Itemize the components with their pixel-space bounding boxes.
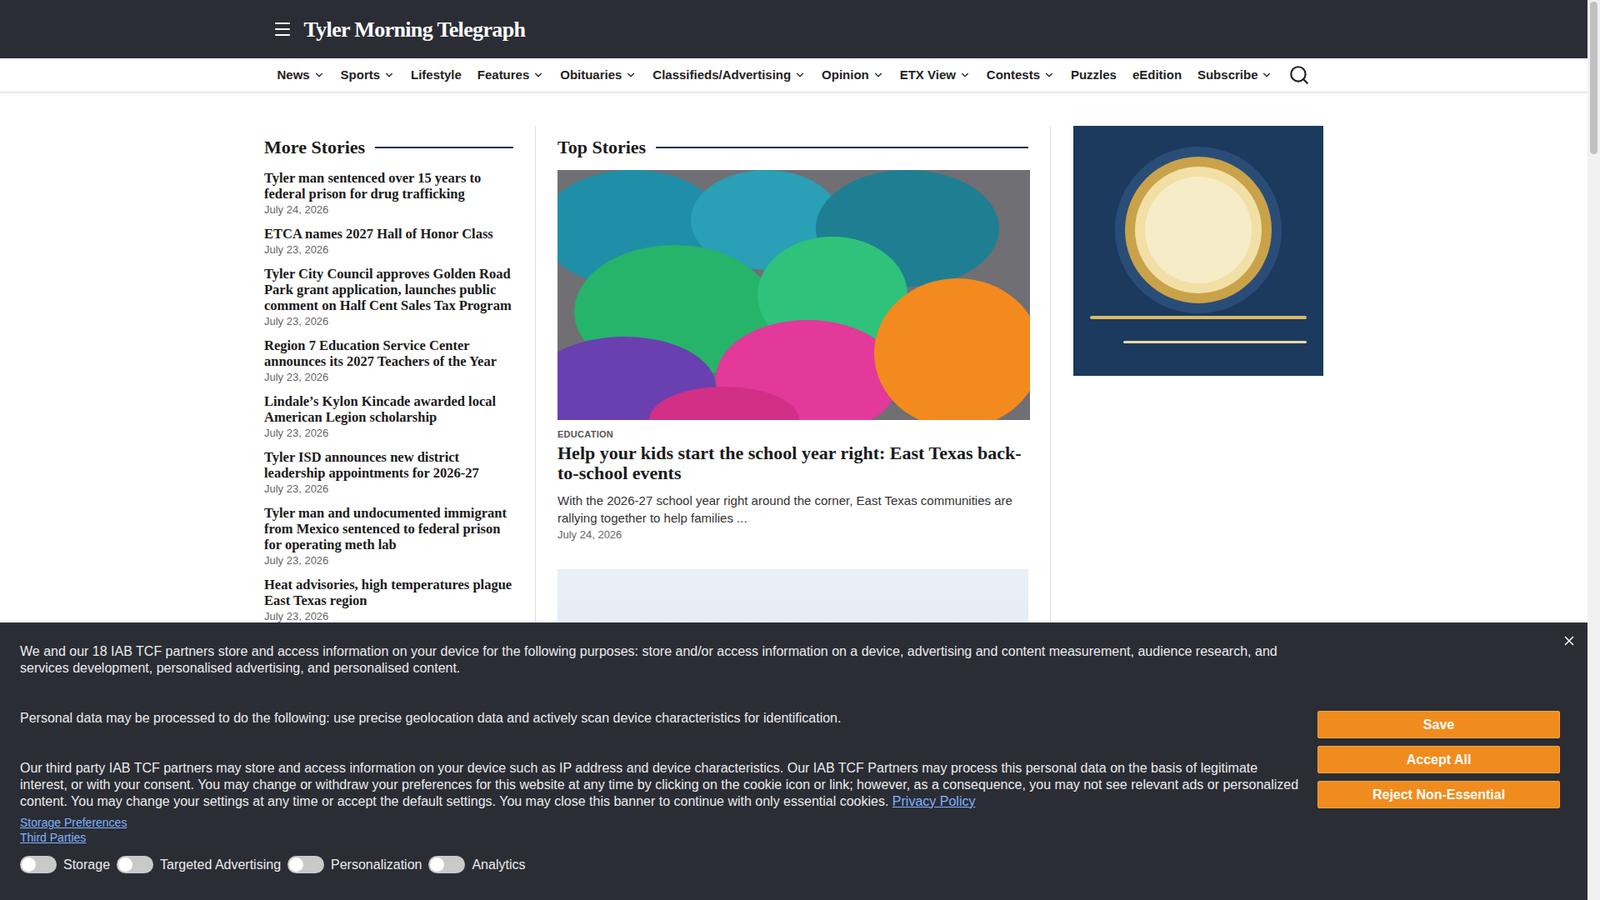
nav-item[interactable]: Opinion bbox=[821, 65, 885, 85]
story-date: July 23, 2026 bbox=[264, 554, 514, 568]
story-item[interactable]: Tyler man and undocumented immigrant fro… bbox=[264, 505, 514, 568]
toggle-row[interactable]: Storage bbox=[20, 855, 110, 874]
chevron-down-icon bbox=[313, 69, 325, 81]
consent-button[interactable]: Save bbox=[1317, 710, 1560, 739]
site-header: Tyler Morning Telegraph bbox=[0, 0, 1588, 59]
nav-item[interactable]: Sports bbox=[340, 65, 396, 85]
nav-item[interactable]: ETX View bbox=[900, 65, 971, 85]
story-date: July 23, 2026 bbox=[264, 482, 514, 496]
toggle-switch[interactable] bbox=[287, 855, 325, 874]
story-item[interactable]: Region 7 Education Service Center announ… bbox=[264, 337, 514, 385]
toggle-switch[interactable] bbox=[428, 855, 465, 874]
story-date: July 23, 2026 bbox=[264, 370, 514, 385]
cookie-banner: We and our 18 IAB TCF partners store and… bbox=[0, 622, 1588, 900]
story-item[interactable]: Tyler ISD announces new district leaders… bbox=[264, 449, 514, 496]
chevron-down-icon bbox=[532, 69, 545, 81]
story-title[interactable]: Help your kids start the school year rig… bbox=[557, 443, 1029, 484]
section-heading: More Stories bbox=[264, 135, 514, 160]
consent-button[interactable]: Reject Non-Essential bbox=[1317, 780, 1560, 809]
featured-image[interactable] bbox=[557, 170, 1030, 420]
nav-item[interactable]: eEdition bbox=[1132, 65, 1182, 85]
main-nav: News Sports Lifestyle Features Obituaries Cla… bbox=[0, 58, 1588, 93]
story-item[interactable]: ETCA names 2027 Hall of Honor ClassJuly … bbox=[264, 225, 514, 257]
chevron-down-icon bbox=[383, 69, 395, 81]
story-date: July 23, 2026 bbox=[264, 610, 514, 624]
nav-item[interactable]: Subscribe bbox=[1197, 65, 1274, 85]
section-heading: Top Stories bbox=[557, 135, 1029, 160]
nav-item[interactable]: News bbox=[277, 65, 325, 85]
preference-link[interactable]: Storage Preferences bbox=[20, 815, 127, 830]
chevron-down-icon bbox=[1260, 69, 1273, 81]
cookie-paragraph: Personal data may be processed to do the… bbox=[20, 710, 1305, 727]
hamburger-icon[interactable] bbox=[272, 19, 293, 40]
nav-item[interactable]: Puzzles bbox=[1070, 65, 1117, 85]
page: Tyler Morning Telegraph News Sports Lifesty… bbox=[0, 0, 1588, 900]
toggle-switch[interactable] bbox=[20, 855, 57, 874]
close-icon bbox=[1561, 633, 1577, 649]
cookie-paragraph: We and our 18 IAB TCF partners store and… bbox=[20, 643, 1305, 677]
story-item[interactable]: Tyler City Council approves Golden Road … bbox=[264, 265, 514, 329]
consent-button[interactable]: Accept All bbox=[1317, 745, 1560, 774]
app: Tyler Morning Telegraph News Sports Lifesty… bbox=[0, 0, 1600, 900]
close-button[interactable] bbox=[1560, 632, 1578, 650]
toggle-switch[interactable] bbox=[116, 855, 154, 874]
scrollbar-thumb[interactable] bbox=[1590, 1, 1598, 155]
story-item[interactable]: Tyler man sentenced over 15 years to fed… bbox=[264, 170, 514, 217]
chevron-down-icon bbox=[794, 69, 806, 81]
cookie-text: We and our 18 IAB TCF partners store and… bbox=[20, 643, 1305, 874]
nav-item[interactable]: Lifestyle bbox=[410, 65, 462, 85]
chevron-down-icon bbox=[872, 69, 885, 81]
story-date: July 23, 2026 bbox=[264, 315, 514, 329]
story-date: July 24, 2026 bbox=[557, 528, 1029, 542]
story-excerpt: With the 2026-27 school year right aroun… bbox=[557, 491, 1029, 527]
toggle-row[interactable]: Personalization bbox=[287, 855, 422, 874]
site-logo[interactable]: Tyler Morning Telegraph bbox=[304, 13, 526, 46]
advertisement[interactable] bbox=[1073, 125, 1324, 376]
cookie-paragraph: Our third party IAB TCF partners may sto… bbox=[20, 760, 1305, 810]
story-date: July 23, 2026 bbox=[264, 243, 514, 257]
nav-item[interactable]: Features bbox=[477, 65, 545, 85]
nav-item[interactable]: Obituaries bbox=[560, 65, 637, 85]
story-item[interactable]: Lindale’s Kylon Kincade awarded local Am… bbox=[264, 393, 514, 440]
scrollbar[interactable] bbox=[1587, 0, 1600, 900]
toggle-row[interactable]: Analytics bbox=[428, 855, 525, 874]
nav-item[interactable]: Contests bbox=[986, 65, 1055, 85]
story-item[interactable]: Heat advisories, high temperatures plagu… bbox=[264, 576, 514, 624]
featured-story[interactable]: EDUCATION Help your kids start the school… bbox=[557, 170, 1029, 542]
privacy-link[interactable]: Privacy Policy bbox=[892, 794, 976, 809]
chevron-down-icon bbox=[1043, 69, 1055, 81]
preference-link[interactable]: Third Parties bbox=[20, 830, 86, 845]
story-date: July 23, 2026 bbox=[264, 426, 514, 440]
toggle-row[interactable]: Targeted Advertising bbox=[116, 855, 281, 874]
search-icon[interactable] bbox=[1288, 64, 1310, 86]
story-category: EDUCATION bbox=[557, 428, 1029, 440]
chevron-down-icon bbox=[625, 69, 637, 81]
nav-item[interactable]: Classifieds/Advertising bbox=[652, 65, 806, 85]
chevron-down-icon bbox=[959, 69, 971, 81]
story-date: July 24, 2026 bbox=[264, 203, 514, 217]
